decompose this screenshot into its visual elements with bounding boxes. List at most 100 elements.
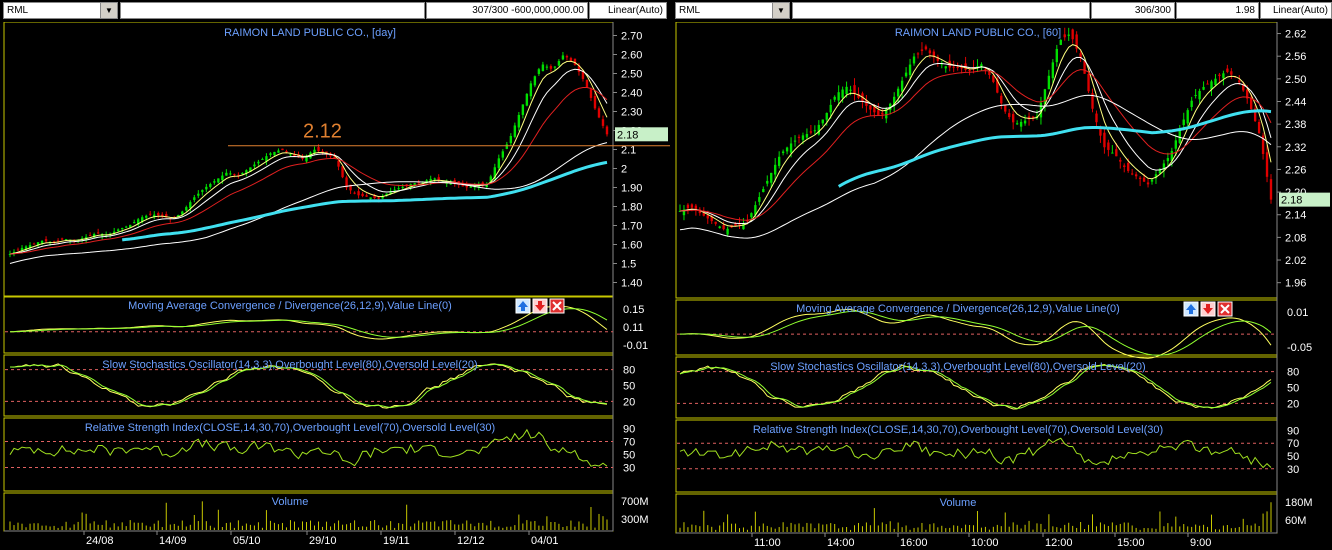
- y-tick-label: 2.70: [621, 31, 642, 43]
- candle-body: [1115, 149, 1118, 157]
- pane-up-button[interactable]: [1183, 301, 1199, 317]
- candle-body: [605, 126, 609, 135]
- candle-body: [952, 66, 955, 68]
- candle-body: [365, 195, 368, 197]
- candle-body: [525, 93, 529, 106]
- rsi-tick-label: 50: [1287, 451, 1299, 463]
- candle-body: [928, 50, 932, 54]
- volume-title: Volume: [940, 497, 977, 509]
- candle-body: [873, 106, 876, 113]
- macd-tick-label: 0.01: [1287, 307, 1308, 319]
- candle-body: [992, 75, 995, 82]
- x-tick-label: 15:00: [1117, 537, 1145, 549]
- pane-border-0: [675, 22, 1278, 299]
- macd-tick-label: 0.15: [623, 304, 644, 316]
- right-symbol-combo[interactable]: RML ▼: [675, 2, 790, 19]
- candle-body: [968, 69, 971, 72]
- macd-title: Moving Average Convergence / Divergence(…: [128, 300, 452, 312]
- pane-border-0: [3, 22, 614, 297]
- left-scale-field[interactable]: Linear(Auto): [589, 2, 667, 19]
- rsi-tick-label: 90: [623, 424, 635, 436]
- y-tick-label: 2.08: [1285, 232, 1306, 244]
- candle-body: [60, 238, 64, 240]
- x-tick-label: 12:00: [1045, 537, 1073, 549]
- right-toolbar: RML ▼ 306/300 1.98 Linear(Auto): [672, 0, 1332, 22]
- candle-body: [589, 89, 593, 98]
- pane-down-button[interactable]: [1200, 301, 1216, 317]
- right-scale-field[interactable]: Linear(Auto): [1260, 2, 1332, 19]
- candle-body: [1111, 152, 1114, 154]
- candle-body: [849, 89, 852, 91]
- candle-body: [1119, 159, 1122, 162]
- y-tick-label: 1.96: [1285, 278, 1306, 290]
- candle-body: [805, 134, 809, 138]
- candle-body: [738, 223, 741, 225]
- candle-body: [529, 83, 533, 97]
- candle-body: [881, 112, 884, 115]
- candle-body: [1146, 182, 1150, 185]
- candle-body: [1257, 121, 1261, 134]
- candle-body: [285, 150, 288, 153]
- candle-body: [553, 66, 557, 68]
- candle-body: [241, 172, 244, 174]
- candle-body: [601, 119, 605, 126]
- candle-body: [1015, 123, 1019, 125]
- candle-body: [88, 235, 92, 237]
- candle-body: [1123, 165, 1126, 168]
- y-tick-label: 2.50: [1285, 74, 1306, 86]
- candle-body: [133, 222, 136, 224]
- chevron-down-icon[interactable]: ▼: [772, 3, 789, 18]
- candle-body: [706, 215, 709, 219]
- chevron-down-icon[interactable]: ▼: [100, 3, 117, 18]
- stoch-tick-label: 50: [1287, 383, 1299, 395]
- candle-body: [16, 249, 20, 251]
- candle-body: [40, 240, 44, 244]
- candle-body: [1103, 132, 1106, 148]
- candle-body: [569, 57, 573, 61]
- candle-body: [916, 53, 920, 55]
- candle-body: [1059, 39, 1062, 45]
- candle-body: [517, 114, 521, 128]
- candle-body: [1214, 78, 1217, 85]
- candle-body: [229, 173, 232, 175]
- candle-body: [1095, 113, 1098, 123]
- candle-body: [877, 110, 880, 115]
- pane-up-button[interactable]: [515, 298, 531, 314]
- candle-body: [213, 181, 216, 183]
- y-tick-label: 2.60: [621, 50, 642, 62]
- candle-body: [593, 96, 597, 109]
- candle-body: [1265, 152, 1269, 177]
- candle-body: [825, 112, 828, 120]
- pane-border-4: [675, 493, 1278, 534]
- candle-body: [497, 158, 501, 168]
- right-chart-window: RML ▼ 306/300 1.98 Linear(Auto) 2.62 2.56…: [672, 0, 1332, 550]
- candle-body: [758, 197, 761, 202]
- macd-tick-label: -0.05: [1287, 342, 1312, 354]
- x-tick-label: 19/11: [383, 535, 410, 547]
- candle-body: [257, 161, 260, 164]
- pane-down-button[interactable]: [532, 298, 548, 314]
- candle-body: [1166, 158, 1170, 162]
- candle-body: [1238, 80, 1241, 83]
- candle-body: [273, 151, 276, 156]
- candle-body: [1178, 129, 1181, 143]
- candle-body: [369, 197, 372, 200]
- chart-title: RAIMON LAND PUBLIC CO., [60]: [895, 27, 1061, 39]
- y-tick-label: 2.50: [621, 69, 642, 81]
- candle-body: [557, 61, 561, 66]
- candle-body: [1011, 114, 1015, 123]
- candle-body: [221, 175, 224, 181]
- x-tick-label: 11:00: [754, 537, 781, 549]
- volume-tick-label: 300M: [621, 514, 649, 526]
- candle-body: [1071, 29, 1074, 40]
- pane-close-button[interactable]: [1217, 301, 1233, 317]
- left-symbol-combo[interactable]: RML ▼: [3, 2, 118, 19]
- candle-body: [829, 104, 832, 113]
- candle-body: [896, 88, 900, 97]
- candle-body: [317, 147, 320, 152]
- stoch-tick-label: 50: [623, 381, 635, 393]
- candle-body: [233, 174, 236, 176]
- pane-close-button[interactable]: [549, 298, 565, 314]
- candle-body: [289, 154, 292, 156]
- ma-long-line: [122, 160, 608, 242]
